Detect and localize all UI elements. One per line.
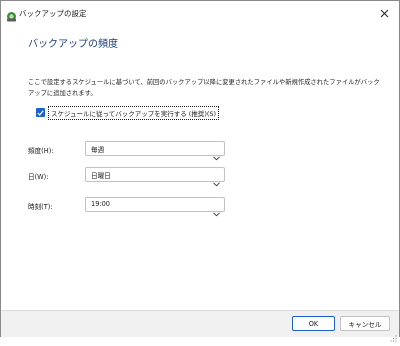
ok-button[interactable]: OK xyxy=(292,316,335,331)
time-select[interactable]: 19:00 xyxy=(85,197,225,217)
frequency-label: 頻度(H): xyxy=(28,147,54,155)
schedule-checkbox-label[interactable]: スケジュールに従ってバックアップを実行する (推奨)(S) xyxy=(48,105,220,120)
cancel-button[interactable]: キャンセル xyxy=(340,316,390,331)
time-value: 19:00 xyxy=(91,200,111,208)
chevron-down-icon xyxy=(213,172,220,187)
frequency-value: 毎週 xyxy=(91,146,105,154)
time-label: 時刻(T): xyxy=(28,203,53,211)
dialog-footer: OK キャンセル xyxy=(1,310,399,342)
description-text: ここで設定するスケジュールに基づいて、前回のバックアップ以降に変更されたファイル… xyxy=(28,79,380,97)
window-title: バックアップの設定 xyxy=(19,9,87,18)
chevron-down-icon xyxy=(213,146,220,161)
resize-grip-icon[interactable] xyxy=(389,327,397,342)
day-label: 日(W): xyxy=(28,173,49,181)
frequency-select[interactable]: 毎週 xyxy=(85,141,225,161)
page-heading: バックアップの頻度 xyxy=(28,39,118,50)
day-value: 日曜日 xyxy=(91,172,111,180)
close-button[interactable] xyxy=(369,1,399,23)
dialog-content: バックアップの頻度 ここで設定するスケジュールに基づいて、前回のバックアップ以降… xyxy=(1,25,399,309)
day-select[interactable]: 日曜日 xyxy=(85,167,225,187)
backup-app-icon xyxy=(6,7,17,22)
backup-settings-window: バックアップの設定 バックアップの頻度 ここで設定するスケジュールに基づいて、前… xyxy=(0,0,400,342)
close-icon xyxy=(380,3,389,22)
checkmark-icon xyxy=(37,109,44,116)
chevron-down-icon xyxy=(213,202,220,217)
title-bar[interactable]: バックアップの設定 xyxy=(1,1,399,25)
schedule-checkbox[interactable] xyxy=(36,108,45,117)
schedule-checkbox-row[interactable]: スケジュールに従ってバックアップを実行する (推奨)(S) xyxy=(36,105,220,120)
